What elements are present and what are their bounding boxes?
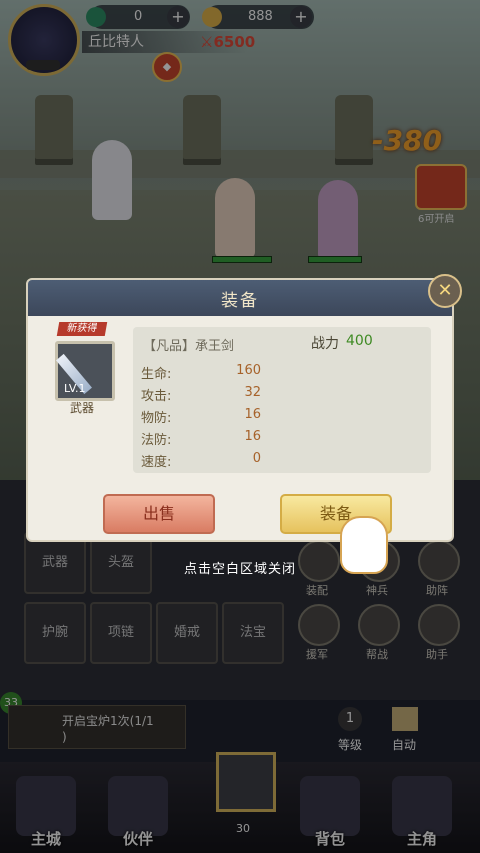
close-hint: 点击空白区域关闭: [183, 562, 296, 577]
item-name: 【凡品】承王剑: [143, 339, 235, 354]
stat-value: 32: [244, 385, 261, 400]
stat-row-attack: 攻击: 32: [141, 385, 261, 405]
modal-title: 装备: [221, 291, 259, 311]
stat-value: 16: [244, 407, 261, 422]
close-icon[interactable]: ✕: [428, 274, 462, 308]
modal-header: 装备: [28, 280, 452, 316]
stat-row-speed: 速度: 0: [141, 451, 261, 471]
stat-label: 法防:: [141, 433, 172, 448]
stat-label: 攻击:: [141, 389, 172, 404]
new-item-tag: 新获得: [56, 322, 108, 336]
sell-button[interactable]: 出售: [103, 494, 215, 534]
stat-row-hp: 生命: 160: [141, 363, 261, 383]
item-slot[interactable]: LV.1: [55, 341, 115, 401]
stat-label: 生命:: [141, 367, 172, 382]
stat-label: 速度:: [141, 455, 172, 470]
stat-value: 160: [236, 363, 261, 378]
item-info-panel: 【凡品】承王剑 战力 400 生命: 160 攻击: 32 物防: 16 法防:…: [133, 327, 431, 473]
stat-label: 物防:: [141, 411, 172, 426]
stat-value: 16: [244, 429, 261, 444]
item-level: LV.1: [64, 382, 86, 395]
stat-value: 0: [252, 451, 261, 466]
power-value: 400: [346, 333, 373, 349]
stat-row-physical-def: 物防: 16: [141, 407, 261, 427]
stat-row-magic-def: 法防: 16: [141, 429, 261, 449]
item-type: 武器: [69, 401, 94, 415]
power-label: 战力: [311, 336, 339, 352]
